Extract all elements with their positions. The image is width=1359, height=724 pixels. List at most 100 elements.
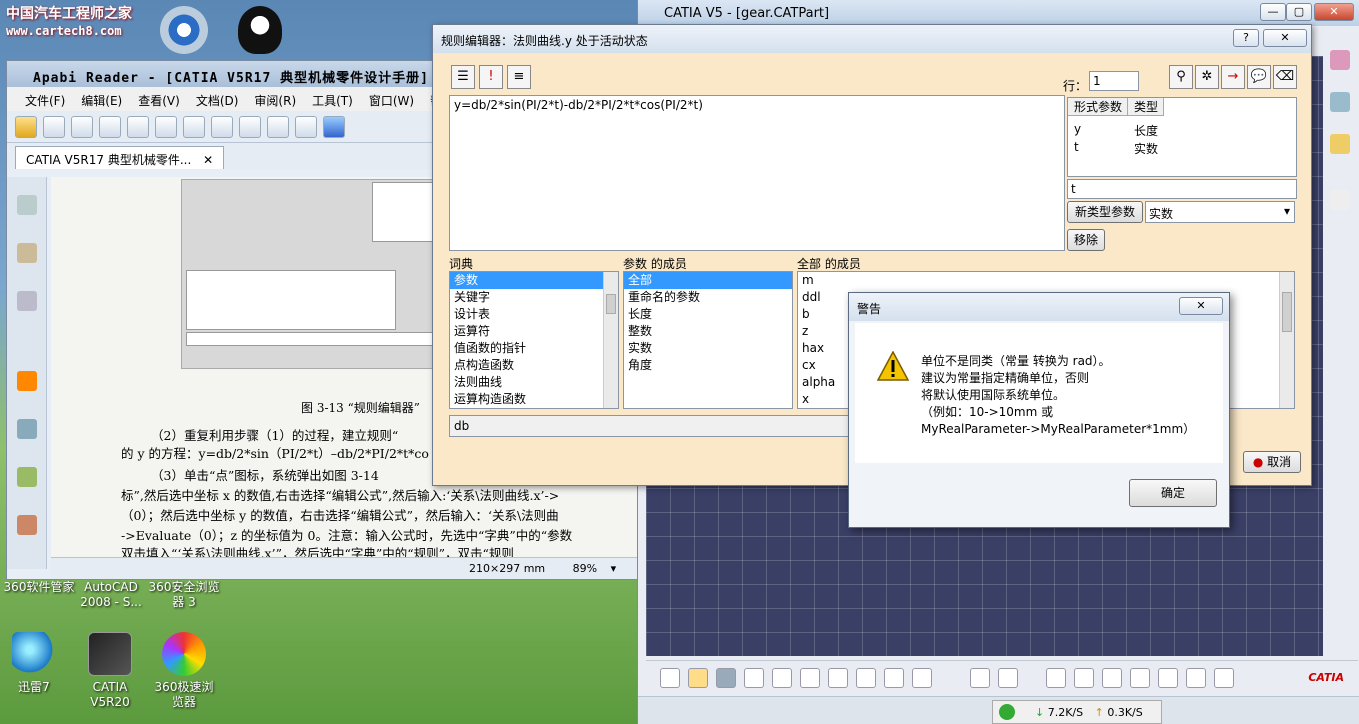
list-item[interactable]: 全部 <box>624 272 792 289</box>
ok-button[interactable]: 确定 <box>1129 479 1217 507</box>
arrow-up-icon[interactable] <box>323 115 345 138</box>
table-row[interactable]: y 长度 <box>1074 122 1158 138</box>
desktop-icon-360-browser-3[interactable]: 360安全浏览器 3 <box>146 580 222 610</box>
bookmark-icon[interactable] <box>16 243 37 263</box>
single-page-icon[interactable] <box>267 115 289 138</box>
layout-icon[interactable] <box>16 419 37 439</box>
close-icon[interactable]: ✕ <box>203 153 213 167</box>
list-item[interactable]: 整数 <box>624 323 792 340</box>
remove-button[interactable]: 移除 <box>1067 229 1105 251</box>
param-type-select[interactable]: 实数 ▾ <box>1145 201 1295 223</box>
save-icon[interactable] <box>43 115 65 138</box>
members-list[interactable]: 全部 重命名的参数 长度 整数 实数 角度 <box>623 271 793 409</box>
debug-icon[interactable]: ✲ <box>1195 65 1219 89</box>
chevron-down-icon[interactable]: ▾ <box>611 562 617 575</box>
rss-icon[interactable] <box>16 371 37 391</box>
close-button[interactable]: ✕ <box>1263 29 1307 47</box>
desktop-icon-360-speed-browser[interactable]: 360极速浏览器 <box>152 632 216 710</box>
formula-editor[interactable]: y=db/2*sin(PI/2*t)-db/2*PI/2*t*cos(PI/2*… <box>449 95 1065 251</box>
open-folder-icon[interactable] <box>688 667 708 688</box>
type-header[interactable]: 类型 <box>1128 98 1164 116</box>
redo-icon[interactable] <box>884 667 904 688</box>
fit-page-icon[interactable] <box>239 115 261 138</box>
list-item[interactable]: 法则曲线 <box>450 374 618 391</box>
document-tab[interactable]: CATIA V5R17 典型机械零件... ✕ <box>15 146 225 169</box>
new-param-button[interactable]: 新类型参数 <box>1067 201 1143 223</box>
close-button[interactable]: ✕ <box>1314 3 1354 21</box>
formula-icon[interactable] <box>1046 667 1066 688</box>
table-icon[interactable] <box>1130 667 1150 688</box>
maximize-button[interactable]: ▢ <box>1286 3 1312 21</box>
rule-icon[interactable] <box>1102 667 1122 688</box>
list-item[interactable]: 运算符 <box>450 323 618 340</box>
cancel-button[interactable]: ● 取消 <box>1243 451 1301 473</box>
help-icon[interactable] <box>912 667 932 688</box>
menu-window[interactable]: 窗口(W) <box>369 92 414 108</box>
help-button[interactable]: ? <box>1233 29 1259 47</box>
paste-icon[interactable] <box>828 667 848 688</box>
menu-view[interactable]: 查看(V) <box>138 92 180 108</box>
save-icon[interactable] <box>716 667 736 688</box>
menu-review[interactable]: 审阅(R) <box>254 92 296 108</box>
list-item[interactable]: 重命名的参数 <box>624 289 792 306</box>
scrollbar[interactable] <box>1279 272 1294 408</box>
close-button[interactable]: ✕ <box>1179 297 1223 315</box>
copy-icon[interactable] <box>800 667 820 688</box>
desktop-icon-top-1[interactable] <box>160 6 208 54</box>
desktop-icon-autocad[interactable]: AutoCAD 2008 - S... <box>76 580 146 610</box>
tree-icon[interactable] <box>1158 667 1178 688</box>
goto-error-icon[interactable]: → <box>1221 65 1245 89</box>
scrollbar[interactable] <box>603 272 618 408</box>
pages-icon[interactable] <box>16 195 37 215</box>
formal-params-header[interactable]: 形式参数 <box>1068 98 1128 116</box>
member-value-input[interactable]: db <box>449 415 849 437</box>
indent-icon[interactable]: ≡ <box>507 65 531 89</box>
menu-edit[interactable]: 编辑(E) <box>81 92 122 108</box>
dictionary-list[interactable]: 参数 关键字 设计表 运算符 值函数的指针 点构造函数 法则曲线 运算构造函数 <box>449 271 619 409</box>
line-number-input[interactable]: 1 <box>1089 71 1139 91</box>
select-text-icon[interactable] <box>99 115 121 138</box>
check-icon[interactable] <box>1214 667 1234 688</box>
list-item[interactable]: 运算构造函数 <box>450 391 618 408</box>
list-item[interactable]: 长度 <box>624 306 792 323</box>
menu-tools[interactable]: 工具(T) <box>312 92 353 108</box>
desktop-icon-thunder[interactable]: 迅雷7 <box>2 632 66 695</box>
cursor-icon[interactable] <box>1330 190 1350 210</box>
axis-icon[interactable] <box>1330 92 1350 112</box>
continuous-page-icon[interactable] <box>295 115 317 138</box>
export-icon[interactable] <box>1330 134 1350 154</box>
print-icon[interactable] <box>71 115 93 138</box>
cut-icon[interactable] <box>772 667 792 688</box>
measure-icon[interactable] <box>970 667 990 688</box>
chevron-down-icon[interactable]: ▾ <box>1284 204 1290 218</box>
list-item[interactable]: 点构造函数 <box>450 357 618 374</box>
zoom-level[interactable]: 89% <box>573 562 597 575</box>
param-name-input[interactable]: t <box>1067 179 1297 199</box>
error-icon[interactable]: ! <box>479 65 503 89</box>
fit-width-icon[interactable] <box>211 115 233 138</box>
list-item[interactable]: 值函数的指针 <box>450 340 618 357</box>
list-item[interactable]: 参数 <box>450 272 618 289</box>
menu-file[interactable]: 文件(F) <box>25 92 65 108</box>
list-item[interactable]: m <box>798 272 1294 289</box>
analysis-icon[interactable] <box>998 667 1018 688</box>
lock-icon[interactable] <box>1186 667 1206 688</box>
library-icon[interactable] <box>16 467 37 487</box>
list-item[interactable]: 设计表 <box>450 306 618 323</box>
list-item[interactable]: 角度 <box>624 357 792 374</box>
hand-tool-icon[interactable] <box>127 115 149 138</box>
open-folder-icon[interactable] <box>15 115 37 138</box>
notes-icon[interactable] <box>16 291 37 311</box>
eraser-icon[interactable]: ⌫ <box>1273 65 1297 89</box>
zoom-in-icon[interactable] <box>155 115 177 138</box>
qq-icon[interactable] <box>238 6 282 54</box>
find-icon[interactable]: ⚲ <box>1169 65 1193 89</box>
new-file-icon[interactable] <box>660 667 680 688</box>
sketch-icon[interactable] <box>1330 50 1350 70</box>
minimize-button[interactable]: — <box>1260 3 1286 21</box>
comment-icon[interactable]: 💬 <box>1247 65 1271 89</box>
table-row[interactable]: t 实数 <box>1074 140 1158 156</box>
print-icon[interactable] <box>744 667 764 688</box>
menu-document[interactable]: 文档(D) <box>196 92 239 108</box>
undo-icon[interactable] <box>856 667 876 688</box>
